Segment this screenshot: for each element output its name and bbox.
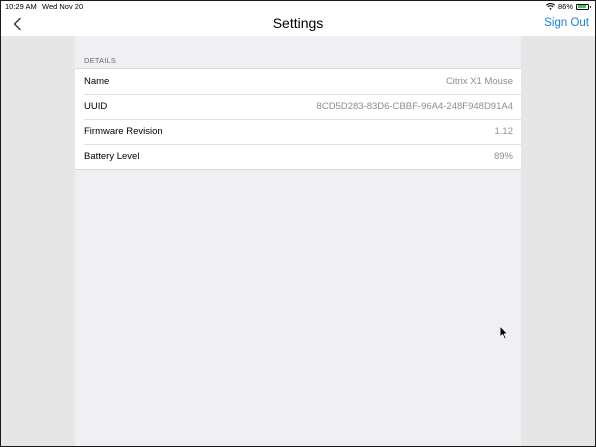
sign-out-button[interactable]: Sign Out bbox=[544, 17, 589, 29]
detail-row-battery: Battery Level 89% bbox=[75, 144, 521, 169]
status-indicators: 86% bbox=[545, 2, 591, 11]
battery-icon bbox=[576, 3, 591, 10]
details-table: Name Citrix X1 Mouse UUID 8CD5D283-83D6-… bbox=[75, 68, 521, 170]
detail-row-firmware: Firmware Revision 1.12 bbox=[75, 119, 521, 144]
wifi-icon bbox=[545, 3, 555, 10]
status-time: 10:29 AM bbox=[5, 2, 37, 11]
battery-nub bbox=[589, 5, 591, 8]
app-window: 10:29 AM Wed Nov 20 86% Settings Sign Ou… bbox=[0, 0, 596, 447]
row-label: UUID bbox=[84, 101, 108, 112]
settings-panel: DETAILS Name Citrix X1 Mouse UUID 8CD5D2… bbox=[75, 36, 521, 446]
status-date: Wed Nov 20 bbox=[42, 2, 84, 11]
status-bar: 10:29 AM Wed Nov 20 86% bbox=[1, 1, 595, 13]
row-value: Citrix X1 Mouse bbox=[445, 76, 513, 87]
row-value: 1.12 bbox=[494, 126, 514, 137]
battery-fill bbox=[577, 5, 586, 8]
row-label: Battery Level bbox=[84, 151, 140, 162]
section-header-details: DETAILS bbox=[84, 56, 117, 65]
detail-row-name: Name Citrix X1 Mouse bbox=[75, 69, 521, 94]
page-title: Settings bbox=[272, 15, 324, 31]
detail-row-uuid: UUID 8CD5D283-83D6-CBBF-96A4-248F948D91A… bbox=[75, 94, 521, 119]
content-area: DETAILS Name Citrix X1 Mouse UUID 8CD5D2… bbox=[1, 36, 595, 446]
row-label: Name bbox=[84, 76, 110, 87]
navigation-bar: Settings Sign Out bbox=[1, 13, 595, 36]
row-label: Firmware Revision bbox=[84, 126, 163, 137]
row-value: 89% bbox=[493, 151, 513, 162]
battery-percent: 86% bbox=[557, 2, 573, 11]
row-value: 8CD5D283-83D6-CBBF-96A4-248F948D91A4 bbox=[316, 101, 513, 112]
mouse-pointer-icon bbox=[499, 325, 509, 340]
